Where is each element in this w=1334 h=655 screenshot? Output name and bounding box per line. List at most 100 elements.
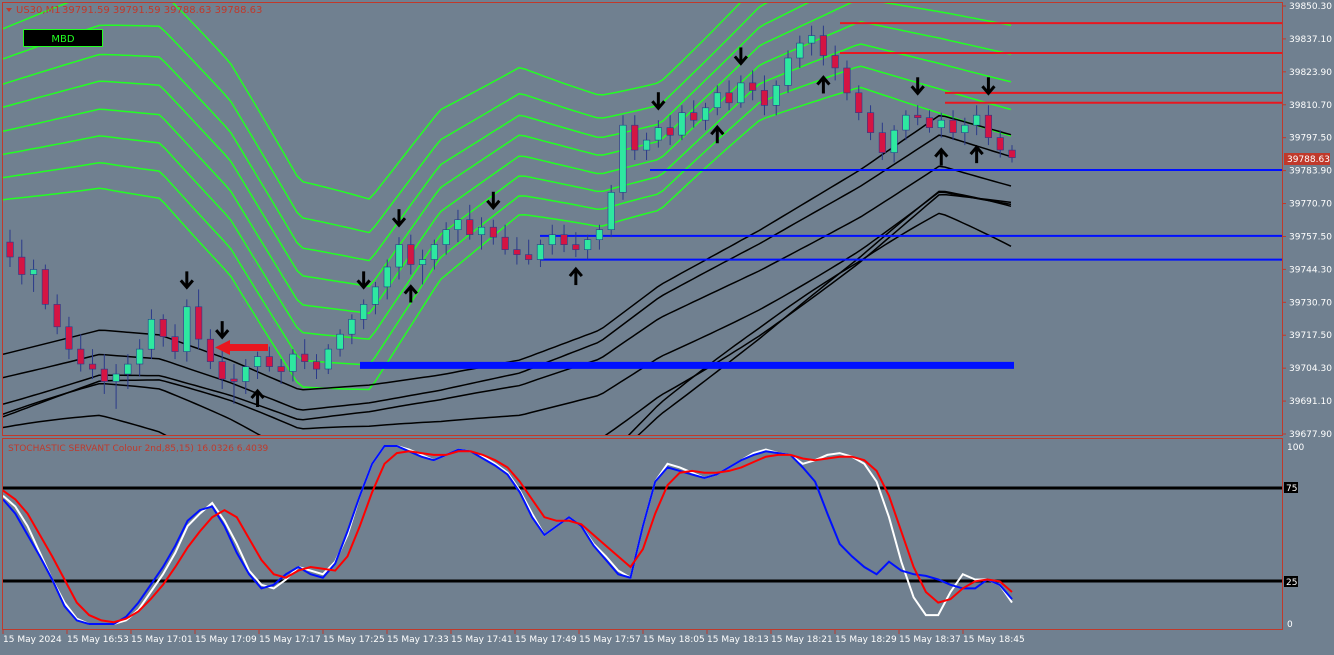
candle: [77, 334, 85, 372]
candle: [560, 224, 568, 253]
upper-band-4: [3, 21, 1012, 315]
candle: [124, 354, 132, 389]
stoch-axis-100: 100: [1287, 443, 1304, 453]
time-tick-label: 15 May 18:13: [707, 635, 769, 645]
candle: [631, 115, 639, 161]
buy-arrow-icon: [403, 284, 418, 303]
price-tick-label: 39770.70: [1289, 200, 1332, 210]
ohlc-readout: 39791.59 39791.59 39788.63 39788.63: [62, 5, 262, 16]
lower-band-3: [3, 191, 1012, 430]
candle: [18, 239, 26, 285]
candle: [171, 324, 179, 360]
candle: [466, 204, 474, 240]
chevron-down-icon[interactable]: [6, 8, 12, 12]
price-tick-label: 39730.70: [1289, 298, 1332, 308]
sell-arrow-icon: [215, 321, 230, 340]
stoch-main-line: [3, 445, 1013, 625]
sell-arrow-icon: [179, 271, 194, 290]
price-tick-label: 39717.50: [1289, 331, 1332, 341]
time-tick-label: 15 May 17:17: [259, 635, 321, 645]
sell-arrow-icon: [486, 191, 501, 211]
time-tick-label: 15 May 16:53: [67, 635, 129, 645]
candle: [984, 105, 993, 146]
main-plot: [3, 3, 1282, 435]
candle: [749, 70, 757, 101]
candle: [536, 239, 545, 268]
time-tick-label: 15 May 17:41: [451, 635, 513, 645]
chart-window[interactable]: US30,M1 39791.59 39791.59 39788.63 39788…: [0, 0, 1334, 651]
candle: [890, 125, 898, 163]
time-tick-label: 15 May 18:37: [899, 635, 961, 645]
candle: [619, 115, 627, 200]
chart-canvas[interactable]: US30,M1 39791.59 39791.59 39788.63 39788…: [0, 0, 1334, 651]
candle: [784, 50, 792, 93]
candle: [489, 219, 497, 245]
price-axis: 39850.30 39837.10 39823.90 39810.70 39797.50…: [1282, 2, 1332, 440]
candle: [112, 364, 120, 409]
candle: [218, 349, 226, 389]
sell-arrow-icon: [391, 209, 407, 228]
price-tick-label: 39823.90: [1289, 68, 1332, 78]
time-tick-label: 15 May 18:29: [835, 635, 897, 645]
candle: [477, 217, 486, 250]
candle: [843, 60, 851, 101]
stoch-axis-75: 75: [1286, 484, 1297, 494]
stoch-axis-25: 25: [1286, 578, 1297, 588]
time-tick-label: 15 May 17:25: [323, 635, 385, 645]
current-price-tag: 39788.63: [1284, 153, 1330, 165]
candle: [501, 224, 509, 255]
candle: [312, 354, 321, 380]
candle: [678, 105, 686, 141]
candle: [513, 237, 521, 265]
time-tick-label: 15 May 17:09: [195, 635, 257, 645]
candle: [701, 102, 710, 131]
mbd-badge-label: MBD: [51, 34, 74, 45]
stoch-axis-0: 0: [1287, 620, 1293, 630]
time-axis: 15 May 2024 15 May 16:53 15 May 17:01 15 Ma…: [2, 630, 1025, 645]
candle: [973, 105, 981, 136]
candle: [360, 299, 368, 330]
candle: [949, 110, 957, 141]
candle: [195, 289, 203, 350]
indicator-label: STOCHASTIC SERVANT Colour 2nd,85,15) 16.…: [8, 444, 269, 454]
candle: [584, 234, 592, 260]
candle: [666, 115, 674, 146]
current-price-label: 39788.63: [1287, 155, 1330, 165]
candle: [6, 229, 14, 268]
indicator-axis: 100 75 25 0: [1284, 443, 1304, 630]
price-tick-label: 39677.90: [1289, 430, 1332, 440]
sell-arrow-icon: [981, 77, 996, 96]
candle: [713, 85, 721, 116]
candle: [725, 80, 733, 111]
price-tick-label: 39837.10: [1289, 35, 1332, 45]
buy-arrow-icon: [710, 124, 725, 144]
candle: [902, 110, 910, 141]
candle: [206, 329, 214, 370]
mbd-badge[interactable]: MBD: [23, 29, 103, 47]
candle: [89, 349, 97, 380]
candle: [301, 339, 309, 370]
candle: [254, 351, 262, 380]
time-tick-label: 15 May 17:33: [387, 635, 449, 645]
candle: [418, 249, 427, 285]
candle: [147, 309, 155, 360]
upper-band-2: [3, 3, 810, 262]
stoch-signal-line: [3, 450, 1013, 624]
candle: [442, 222, 450, 255]
red-left-arrow: [215, 340, 268, 355]
candle: [242, 359, 250, 394]
candle: [925, 110, 934, 133]
time-tick-label: 15 May 17:49: [515, 635, 577, 645]
candle: [100, 354, 108, 394]
candle: [289, 349, 297, 382]
buy-arrow-icon: [568, 266, 583, 286]
time-tick-label: 15 May 17:57: [579, 635, 641, 645]
candle: [53, 294, 61, 335]
price-tick-label: 39810.70: [1289, 101, 1332, 111]
candle: [407, 234, 415, 275]
candle: [430, 239, 438, 270]
candle: [796, 35, 804, 68]
candle: [65, 316, 73, 360]
time-tick-label: 15 May 2024: [3, 635, 62, 645]
candle: [183, 299, 191, 362]
